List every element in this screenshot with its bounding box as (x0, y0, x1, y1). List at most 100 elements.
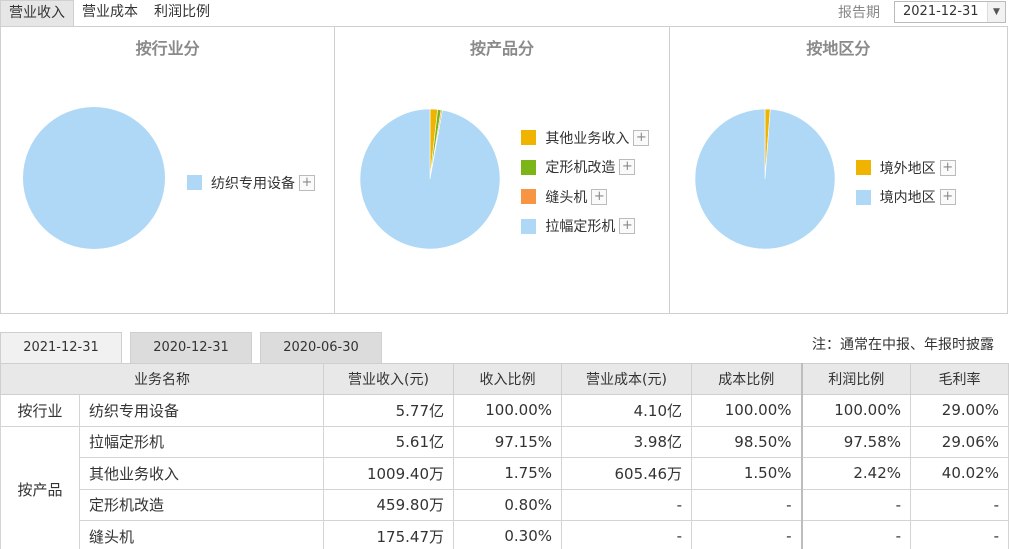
report-period-value: 2021-12-31 (903, 4, 979, 19)
group-label-industry: 按行业 (0, 394, 80, 427)
row-profit-ratio: 100.00% (800, 394, 911, 427)
legend-item[interactable]: 缝头机 + (521, 182, 649, 212)
tab-profit-ratio[interactable]: 利润比例 (146, 0, 218, 26)
col-header-gross-margin: 毛利率 (910, 363, 1009, 395)
legend-swatch (521, 159, 537, 175)
row-revenue-ratio: 97.15% (453, 425, 562, 458)
disclosure-note: 注：通常在中报、年报时披露 (812, 337, 994, 353)
legend-label: 境内地区 (879, 190, 936, 207)
expand-plus-icon[interactable]: + (619, 218, 636, 235)
row-business-name: 其他业务收入 (79, 457, 324, 490)
row-profit-ratio: - (800, 520, 911, 549)
row-cost-ratio: - (691, 520, 802, 549)
col-header-cost-ratio: 成本比例 (691, 363, 802, 395)
pie-panel-product: 按产品分 其他业务收入 + 定形机改造 + 缝头机 + 拉幅定形机 + (335, 27, 670, 313)
report-period-select[interactable]: 2021-12-31 ▼ (894, 1, 1006, 23)
row-cost: 605.46万 (561, 457, 692, 490)
legend-label: 纺织专用设备 (211, 175, 295, 192)
col-header-revenue: 营业收入(元) (323, 363, 454, 395)
top-tabs: 营业收入 营业成本 利润比例 (0, 0, 218, 26)
expand-plus-icon[interactable]: + (591, 188, 608, 205)
pie-title: 按地区分 (806, 39, 871, 58)
row-gross-margin: 29.00% (910, 394, 1009, 427)
legend-item[interactable]: 其他业务收入 + (521, 123, 650, 153)
legend-item[interactable]: 境外地区 + (855, 153, 956, 183)
row-revenue-ratio: 1.75% (453, 457, 562, 490)
row-profit-ratio: 97.58% (800, 425, 911, 458)
row-gross-margin: 40.02% (910, 457, 1009, 490)
table-row: 按产品 拉幅定形机 5.61亿 97.15% 3.98亿 98.50% 97.5… (0, 425, 1009, 549)
report-period-label: 报告期 (838, 5, 880, 21)
legend-swatch (855, 189, 871, 205)
row-gross-margin: - (910, 488, 1009, 521)
tab-cost[interactable]: 营业成本 (74, 0, 146, 26)
legend-swatch (187, 175, 202, 191)
date-tab-2020-12-31[interactable]: 2020-12-31 (130, 332, 252, 363)
row-revenue: 5.61亿 (323, 425, 454, 458)
legend-item[interactable]: 定形机改造 + (521, 153, 649, 183)
chevron-down-icon[interactable]: ▼ (987, 2, 1005, 22)
expand-plus-icon[interactable]: + (939, 189, 956, 206)
row-revenue-ratio: 100.00% (453, 394, 562, 427)
pie-chart-product (360, 109, 501, 249)
row-revenue: 459.80万 (323, 488, 454, 521)
table-row: 缝头机 175.47万 0.30% - - - - (1, 520, 1009, 549)
expand-plus-icon[interactable]: + (299, 174, 315, 191)
row-profit-ratio: - (800, 488, 911, 521)
legend-item[interactable]: 纺织专用设备 + (187, 168, 315, 198)
pie-chart-industry (23, 107, 165, 249)
expand-plus-icon[interactable]: + (619, 159, 636, 176)
row-cost-ratio: 98.50% (691, 425, 802, 458)
row-business-name: 纺织专用设备 (79, 394, 324, 427)
legend-label: 拉幅定形机 (545, 219, 616, 236)
row-cost: - (561, 520, 692, 549)
table-row: 定形机改造 459.80万 0.80% - - - - (1, 488, 1009, 521)
row-profit-ratio: 2.42% (800, 457, 911, 490)
date-tab-2021-12-31[interactable]: 2021-12-31 (0, 332, 122, 363)
pie-chart-region (694, 109, 835, 249)
pie-title: 按行业分 (135, 39, 200, 58)
col-header-profit-ratio: 利润比例 (800, 363, 911, 395)
date-tab-2020-06-30[interactable]: 2020-06-30 (260, 332, 382, 363)
row-cost: 4.10亿 (561, 394, 692, 427)
row-cost-ratio: 100.00% (691, 394, 802, 427)
pie-legend-product: 其他业务收入 + 定形机改造 + 缝头机 + 拉幅定形机 + (521, 123, 650, 242)
group-label-product: 按产品 (0, 425, 80, 549)
business-breakdown-table: 业务名称 营业收入(元) 收入比例 营业成本(元) 成本比例 利润比例 毛利率 … (0, 363, 1009, 549)
legend-item[interactable]: 境内地区 + (855, 183, 956, 213)
pie-panel-region: 按地区分 境外地区 + 境内地区 + (670, 27, 1007, 313)
expand-plus-icon[interactable]: + (939, 159, 956, 176)
expand-plus-icon[interactable]: + (633, 129, 650, 146)
legend-swatch (521, 189, 537, 205)
pie-panel-industry: 按行业分 纺织专用设备 + (1, 27, 336, 313)
row-cost: - (561, 488, 692, 521)
col-header-revenue-ratio: 收入比例 (453, 363, 562, 395)
row-gross-margin: 29.06% (910, 425, 1009, 458)
legend-label: 定形机改造 (545, 160, 616, 177)
pie-title: 按产品分 (470, 39, 535, 58)
row-revenue: 175.47万 (323, 520, 454, 549)
legend-swatch (521, 218, 537, 234)
pie-slice[interactable] (360, 109, 501, 249)
row-revenue: 5.77亿 (323, 394, 454, 427)
legend-label: 境外地区 (879, 160, 936, 177)
col-header-cost: 营业成本(元) (561, 363, 692, 395)
pie-legend-industry: 纺织专用设备 + (187, 168, 315, 198)
table-header-row: 业务名称 营业收入(元) 收入比例 营业成本(元) 成本比例 利润比例 毛利率 (0, 363, 1009, 395)
row-gross-margin: - (910, 520, 1009, 549)
legend-label: 其他业务收入 (545, 130, 630, 147)
pie-slice[interactable] (23, 107, 165, 249)
row-business-name: 定形机改造 (79, 488, 324, 521)
legend-label: 缝头机 (545, 189, 588, 206)
row-cost-ratio: 1.50% (691, 457, 802, 490)
tab-revenue[interactable]: 营业收入 (0, 0, 74, 26)
row-cost: 3.98亿 (561, 425, 692, 458)
pie-slice[interactable] (694, 109, 835, 249)
row-revenue: 1009.40万 (323, 457, 454, 490)
pie-legend-region: 境外地区 + 境内地区 + (855, 153, 956, 213)
row-revenue-ratio: 0.80% (453, 488, 562, 521)
table-row: 按行业 纺织专用设备 5.77亿 100.00% 4.10亿 100.00% 1… (0, 394, 1009, 427)
table-row: 其他业务收入 1009.40万 1.75% 605.46万 1.50% 2.42… (1, 457, 1009, 490)
legend-item[interactable]: 拉幅定形机 + (521, 212, 649, 242)
legend-swatch (521, 130, 537, 146)
